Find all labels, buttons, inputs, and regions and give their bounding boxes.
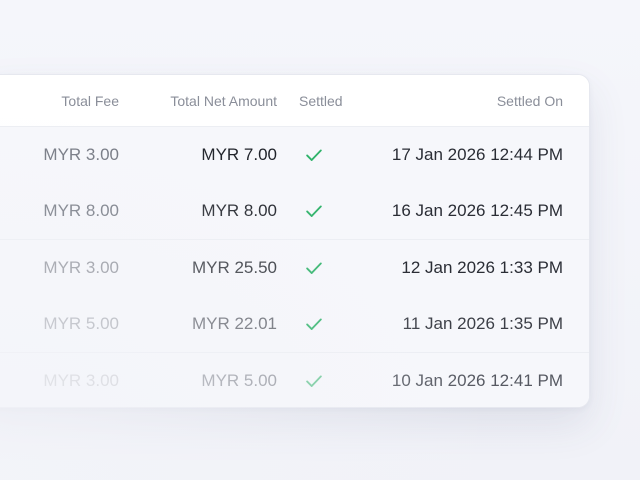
- settled-on-cell: 10 Jan 2026 12:41 PM: [391, 371, 563, 390]
- table-row[interactable]: MYR 5.00 MYR 22.01 11 Jan 2026 1:35 PM: [0, 296, 589, 353]
- settled-cell: [299, 296, 359, 352]
- checkmark-icon: [306, 149, 322, 161]
- table-header: Total Fee Total Net Amount Settled Settl…: [0, 75, 589, 127]
- settled-cell: [299, 127, 359, 183]
- total-net-amount-cell: MYR 5.00: [201, 371, 277, 390]
- table-row[interactable]: MYR 8.00 MYR 8.00 16 Jan 2026 12:45 PM: [0, 183, 589, 240]
- settled-cell: [299, 353, 359, 407]
- checkmark-icon: [306, 318, 322, 330]
- column-header-total-net-amount[interactable]: Total Net Amount: [119, 75, 277, 126]
- total-fee-cell: MYR 3.00: [43, 145, 119, 164]
- settled-on-cell: 17 Jan 2026 12:44 PM: [391, 145, 563, 164]
- table-row[interactable]: MYR 3.00 MYR 25.50 12 Jan 2026 1:33 PM: [0, 240, 589, 297]
- settlements-table: Total Fee Total Net Amount Settled Settl…: [0, 74, 590, 408]
- checkmark-icon: [306, 262, 322, 274]
- table-row[interactable]: MYR 3.00 MYR 7.00 17 Jan 2026 12:44 PM: [0, 127, 589, 184]
- total-fee-cell: MYR 3.00: [43, 371, 119, 390]
- total-fee-cell: MYR 5.00: [43, 314, 119, 333]
- settlements-view: Total Fee Total Net Amount Settled Settl…: [0, 0, 640, 480]
- total-fee-cell: MYR 3.00: [43, 258, 119, 277]
- total-net-amount-cell: MYR 25.50: [191, 258, 277, 277]
- checkmark-icon: [306, 375, 322, 387]
- total-net-amount-cell: MYR 8.00: [201, 201, 277, 220]
- total-net-amount-cell: MYR 7.00: [201, 145, 277, 164]
- settled-cell: [299, 183, 359, 239]
- column-header-settled-on[interactable]: Settled On: [359, 75, 563, 126]
- settled-cell: [299, 240, 359, 296]
- settled-on-cell: 11 Jan 2026 1:35 PM: [402, 314, 563, 333]
- settled-on-cell: 12 Jan 2026 1:33 PM: [401, 258, 563, 277]
- settled-on-cell: 16 Jan 2026 12:45 PM: [391, 201, 563, 220]
- checkmark-icon: [306, 205, 322, 217]
- total-fee-cell: MYR 8.00: [43, 201, 119, 220]
- column-header-settled[interactable]: Settled: [299, 75, 359, 126]
- column-header-total-fee[interactable]: Total Fee: [0, 75, 119, 126]
- total-net-amount-cell: MYR 22.01: [191, 314, 277, 333]
- table-row[interactable]: MYR 3.00 MYR 5.00 10 Jan 2026 12:41 PM: [0, 353, 589, 407]
